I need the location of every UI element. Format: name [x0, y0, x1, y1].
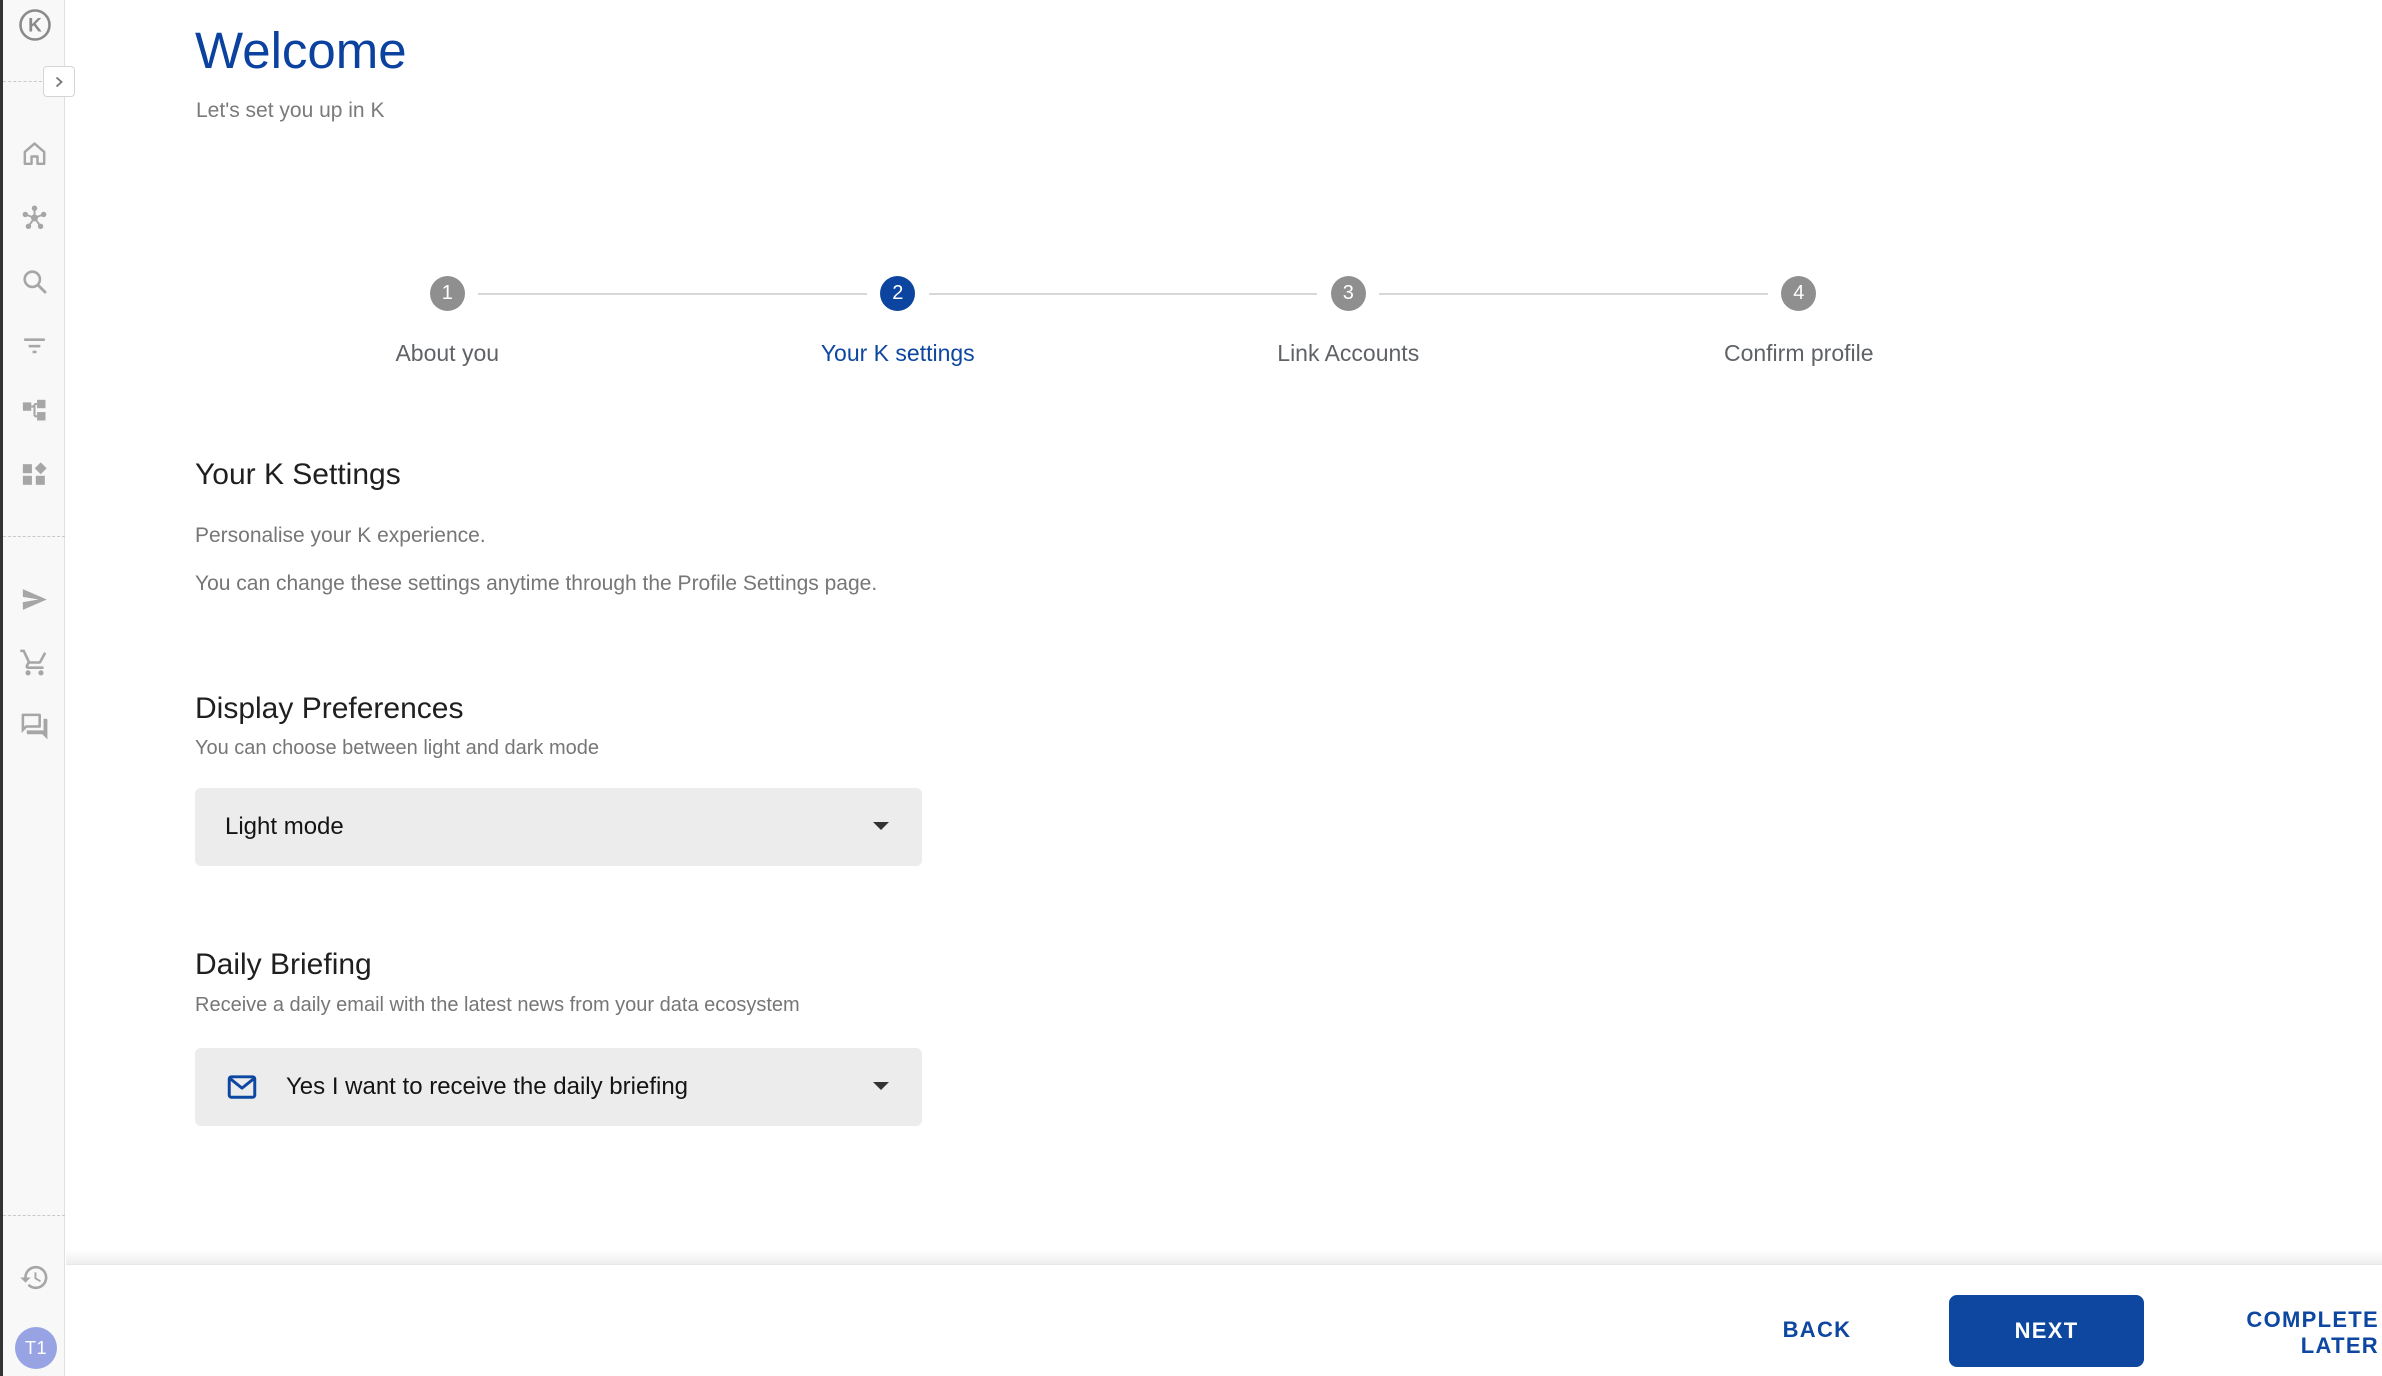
step-label: Confirm profile [1723, 340, 1874, 366]
stepper: 1 About you 2 Your K settings 3 Link Acc… [222, 276, 2024, 376]
settings-description-line1: Personalise your K experience. [195, 524, 486, 547]
display-mode-select[interactable]: Light mode [195, 788, 922, 866]
svg-text:K: K [28, 16, 42, 37]
sidebar-divider [3, 1215, 65, 1216]
sidebar: K T1 [3, 0, 65, 1376]
sidebar-item-cart[interactable] [19, 647, 50, 678]
step-label: Link Accounts [1277, 340, 1420, 366]
sidebar-item-tree[interactable] [19, 394, 50, 425]
dropdown-caret-icon [872, 1078, 890, 1096]
page-subtitle: Let's set you up in K [196, 99, 385, 122]
sidebar-divider [3, 81, 47, 82]
footer-shadow [66, 1250, 2382, 1264]
mail-icon [225, 1070, 259, 1104]
avatar[interactable]: T1 [15, 1327, 57, 1369]
settings-heading: Your K Settings [195, 458, 401, 491]
home-icon [23, 142, 46, 166]
chevron-right-icon [55, 76, 63, 87]
onboarding-page: K T1 Welcome Let's set you up in K 1 Abo… [0, 0, 2382, 1376]
send-icon [22, 589, 47, 610]
page-title: Welcome [195, 22, 407, 79]
chat-icon [21, 713, 48, 740]
sidebar-item-filter[interactable] [19, 330, 50, 361]
sidebar-item-home[interactable] [19, 138, 50, 169]
sidebar-item-dashboard[interactable] [19, 459, 50, 490]
display-preferences-heading: Display Preferences [195, 692, 464, 725]
step-number-badge: 3 [1330, 276, 1366, 311]
hub-icon [22, 205, 47, 229]
complete-later-button[interactable]: COMPLETE LATER [2184, 1307, 2379, 1358]
step-connector [478, 293, 867, 295]
display-mode-selected-value: Light mode [225, 813, 344, 840]
daily-briefing-heading: Daily Briefing [195, 948, 372, 981]
step-number-badge: 4 [1781, 276, 1817, 311]
step-about-you[interactable]: 1 About you [222, 276, 867, 376]
dropdown-caret-icon [872, 818, 890, 836]
step-connector [1379, 293, 1768, 295]
step-number-badge: 1 [429, 276, 465, 311]
step-label: About you [395, 340, 500, 366]
k-logo-icon[interactable]: K [18, 8, 52, 42]
step-link-accounts[interactable]: 3 Link Accounts [1123, 276, 1768, 376]
daily-briefing-selected-value: Yes I want to receive the daily briefing [286, 1073, 689, 1100]
sidebar-item-send[interactable] [19, 584, 50, 615]
step-label: Your K settings [820, 340, 975, 366]
daily-briefing-description: Receive a daily email with the latest ne… [195, 994, 800, 1016]
settings-description-line2: You can change these settings anytime th… [195, 572, 878, 595]
step-confirm-profile[interactable]: 4 Confirm profile [1574, 276, 2025, 376]
display-preferences-description: You can choose between light and dark mo… [195, 737, 599, 759]
step-number-badge: 2 [880, 276, 916, 311]
step-your-k-settings[interactable]: 2 Your K settings [673, 276, 1318, 376]
sidebar-divider [3, 536, 65, 537]
history-icon [20, 1265, 48, 1290]
sidebar-item-hub[interactable] [19, 202, 50, 233]
shopping-cart-icon [20, 649, 47, 676]
step-connector [928, 293, 1318, 295]
daily-briefing-select[interactable]: Yes I want to receive the daily briefing [195, 1048, 922, 1126]
search-icon [23, 270, 47, 294]
footer-action-bar: BACK NEXT COMPLETE LATER [66, 1264, 2382, 1376]
filter-icon [24, 338, 45, 354]
tree-icon [22, 399, 46, 421]
dashboard-icon [22, 462, 47, 485]
sidebar-item-history[interactable] [19, 1262, 50, 1293]
sidebar-item-chat[interactable] [19, 711, 50, 742]
next-button[interactable]: NEXT [1949, 1295, 2144, 1367]
sidebar-item-search[interactable] [19, 266, 50, 297]
sidebar-expand-button[interactable] [43, 66, 75, 97]
back-button[interactable]: BACK [1752, 1307, 1882, 1353]
